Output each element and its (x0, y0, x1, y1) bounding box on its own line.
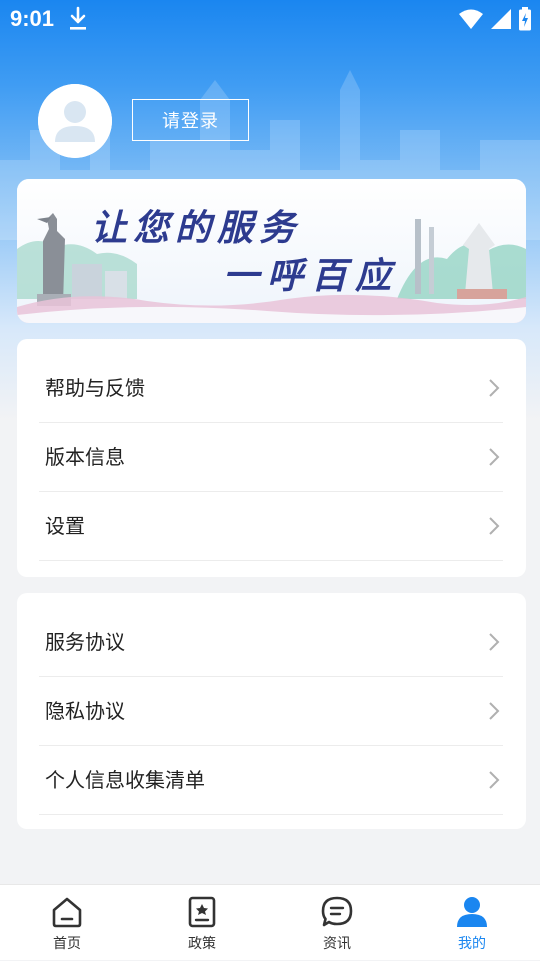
nav-tab-home[interactable]: 首页 (17, 885, 117, 961)
cellular-signal-icon (491, 9, 511, 29)
status-time: 9:01 (10, 6, 55, 31)
default-avatar-icon (38, 84, 112, 158)
chevron-right-icon (489, 771, 500, 789)
nav-label: 政策 (188, 936, 216, 952)
login-button[interactable]: 请登录 (132, 99, 249, 141)
home-icon (52, 897, 82, 928)
nav-tab-policy[interactable]: 政策 (152, 885, 252, 961)
person-icon (457, 897, 487, 927)
download-icon (70, 6, 86, 30)
menu-item-label: 帮助与反馈 (45, 376, 145, 400)
banner-slogan-line1: 让您的服务 (91, 207, 302, 249)
banner-slogan-line2: 一呼百应 (223, 255, 400, 297)
menu-item-label: 隐私协议 (45, 699, 125, 723)
battery-icon (519, 7, 531, 31)
chevron-right-icon (489, 633, 500, 651)
menu-item-help-feedback[interactable]: 帮助与反馈 (39, 354, 503, 423)
policy-icon (188, 896, 216, 928)
wifi-icon (459, 9, 483, 29)
chevron-right-icon (489, 379, 500, 397)
menu-item-settings[interactable]: 设置 (39, 492, 503, 561)
avatar[interactable] (38, 84, 112, 158)
menu-card-agreements: 服务协议 隐私协议 个人信息收集清单 (17, 593, 526, 829)
promo-banner[interactable]: 让您的服务 一呼百应 (17, 179, 526, 323)
menu-item-label: 个人信息收集清单 (45, 768, 205, 792)
chat-bubble-icon (321, 896, 353, 927)
nav-tab-news[interactable]: 资讯 (287, 885, 387, 961)
nav-tab-mine[interactable]: 我的 (422, 885, 522, 961)
menu-item-label: 版本信息 (45, 445, 125, 469)
menu-item-service-agreement[interactable]: 服务协议 (39, 608, 503, 677)
menu-item-privacy-agreement[interactable]: 隐私协议 (39, 677, 503, 746)
menu-item-label: 设置 (45, 514, 85, 538)
chevron-right-icon (489, 517, 500, 535)
chevron-right-icon (489, 702, 500, 720)
menu-card-general: 帮助与反馈 版本信息 设置 (17, 339, 526, 577)
nav-label: 我的 (458, 936, 486, 952)
status-icons (458, 6, 532, 32)
chevron-right-icon (489, 448, 500, 466)
menu-item-label: 服务协议 (45, 630, 125, 654)
bottom-navigation: 首页 政策 资讯 我的 (0, 884, 540, 960)
status-bar: 9:01 (0, 0, 540, 40)
menu-item-personal-info-list[interactable]: 个人信息收集清单 (39, 746, 503, 815)
nav-label: 首页 (53, 936, 81, 952)
nav-label: 资讯 (323, 936, 351, 952)
menu-item-version-info[interactable]: 版本信息 (39, 423, 503, 492)
